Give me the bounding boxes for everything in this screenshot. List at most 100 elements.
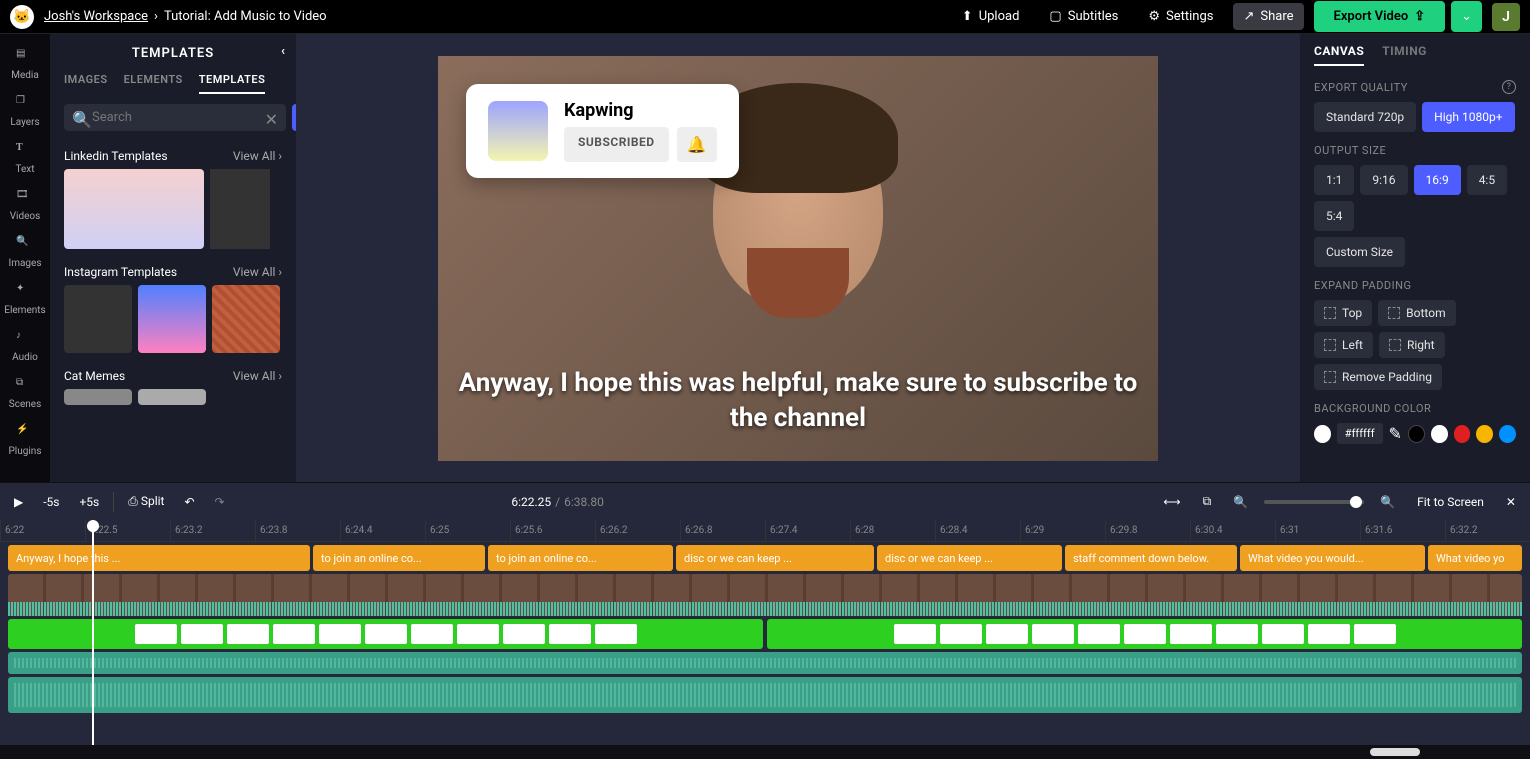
snap-button[interactable]: ⟷ [1157, 491, 1186, 513]
search-input[interactable] [64, 104, 286, 131]
eyedropper-icon[interactable]: ✎ [1389, 424, 1402, 443]
subtitle-clip[interactable]: What video yo [1428, 545, 1522, 571]
swatch-yellow[interactable] [1476, 425, 1493, 443]
timeline-scrollbar[interactable] [0, 745, 1530, 759]
tab-templates[interactable]: TEMPLATES [199, 73, 266, 94]
iconbar-videos[interactable]: 🎞Videos [0, 183, 50, 228]
subtitle-clip[interactable]: to join an online co... [488, 545, 673, 571]
redo-button[interactable]: ↷ [209, 491, 231, 513]
zoom-in-button[interactable]: 🔍 [1374, 491, 1401, 513]
template-thumb[interactable] [212, 285, 280, 353]
settings-button[interactable]: ⚙ Settings [1138, 3, 1223, 30]
close-timeline-button[interactable]: ✕ [1500, 491, 1522, 513]
playhead[interactable] [92, 520, 94, 745]
template-thumb[interactable] [64, 169, 204, 249]
subtitle-clip[interactable]: Anyway, I hope this ... [8, 545, 310, 571]
audio-track-2[interactable] [8, 677, 1522, 713]
fwd-5s[interactable]: +5s [74, 491, 106, 513]
subtitle-clip[interactable]: to join an online co... [313, 545, 485, 571]
info-icon[interactable]: ? [1502, 80, 1516, 94]
remove-padding[interactable]: Remove Padding [1314, 364, 1442, 390]
iconbar-label: Layers [10, 117, 39, 128]
quality-1080p[interactable]: High 1080p+ [1422, 102, 1514, 132]
clear-icon[interactable]: ✕ [265, 110, 278, 129]
play-button[interactable]: ▶ [8, 491, 29, 513]
fit-button[interactable]: Fit to Screen [1411, 491, 1490, 513]
viewall-link[interactable]: View All › [233, 369, 282, 383]
tab-canvas[interactable]: CANVAS [1314, 44, 1364, 66]
padding-bottom[interactable]: Bottom [1378, 300, 1455, 326]
tab-elements[interactable]: ELEMENTS [124, 73, 183, 94]
timeline[interactable]: 6:22 6:22.5 6:23.2 6:23.8 6:24.4 6:25 6:… [0, 520, 1530, 745]
iconbar-plugins[interactable]: ⚡Plugins [0, 418, 50, 463]
settings-label: Settings [1166, 9, 1213, 24]
overlay-track[interactable] [8, 619, 1522, 649]
viewall-link[interactable]: View All › [233, 265, 282, 279]
video-track[interactable] [8, 574, 1522, 616]
zoom-slider[interactable] [1264, 500, 1364, 504]
template-thumb[interactable] [138, 389, 206, 405]
workspace-avatar[interactable]: 🐱 [10, 5, 34, 29]
subtitles-button[interactable]: ▢ Subtitles [1039, 3, 1128, 30]
iconbar-elements[interactable]: ✦Elements [0, 277, 50, 322]
template-thumb[interactable] [210, 169, 270, 249]
swatch-red[interactable] [1454, 425, 1471, 443]
subtitle-track[interactable]: Anyway, I hope this ... to join an onlin… [8, 545, 1522, 571]
workspace-link[interactable]: Josh's Workspace [44, 9, 148, 24]
swatch-white[interactable] [1431, 425, 1448, 443]
viewall-link[interactable]: View All › [233, 149, 282, 163]
template-thumb[interactable] [64, 285, 132, 353]
current-color-swatch[interactable] [1314, 425, 1331, 443]
export-button[interactable]: Export Video ⇪ [1314, 1, 1446, 32]
undo-button[interactable]: ↶ [178, 491, 200, 513]
magnet-button[interactable]: ⧉ [1197, 490, 1218, 513]
music-icon: ♪ [16, 330, 34, 348]
subtitle-clip[interactable]: staff comment down below. [1065, 545, 1237, 571]
export-dropdown[interactable]: ⌄ [1451, 1, 1482, 32]
plug-icon: ⚡ [16, 424, 34, 442]
template-thumb[interactable] [138, 285, 206, 353]
tab-images[interactable]: IMAGES [64, 73, 108, 94]
video-preview[interactable]: Kapwing SUBSCRIBED 🔔 Anyway, I hope this… [438, 56, 1158, 461]
color-hex-value[interactable]: #ffffff [1337, 423, 1383, 444]
collapse-icon[interactable]: ‹ [281, 44, 286, 59]
iconbar-images[interactable]: 🔍Images [0, 230, 50, 275]
profile-avatar[interactable]: J [1492, 3, 1520, 31]
audio-track-1[interactable] [8, 652, 1522, 674]
iconbar-scenes[interactable]: ⧉Scenes [0, 371, 50, 416]
overlay-clip[interactable] [8, 619, 763, 649]
zoom-out-button[interactable]: 🔍 [1227, 491, 1254, 513]
upload-button[interactable]: ⬆ Upload [952, 3, 1030, 30]
split-button[interactable]: ⎙ Split [122, 490, 170, 513]
swatch-black[interactable] [1408, 425, 1425, 443]
size-4-5[interactable]: 4:5 [1467, 165, 1507, 195]
subtitle-clip[interactable]: disc or we can keep ... [676, 545, 874, 571]
back-5s[interactable]: -5s [37, 491, 65, 513]
subtitle-clip[interactable]: disc or we can keep ... [877, 545, 1062, 571]
overlay-clip[interactable] [767, 619, 1522, 649]
iconbar-audio[interactable]: ♪Audio [0, 324, 50, 369]
quality-720p[interactable]: Standard 720p [1314, 102, 1416, 132]
tab-timing[interactable]: TIMING [1382, 44, 1427, 66]
padding-left[interactable]: Left [1314, 332, 1373, 358]
size-1-1[interactable]: 1:1 [1314, 165, 1354, 195]
swatch-blue[interactable] [1499, 425, 1516, 443]
size-16-9[interactable]: 16:9 [1414, 165, 1461, 195]
iconbar-text[interactable]: TText [0, 136, 50, 181]
share-button[interactable]: ↗ Share [1233, 3, 1303, 30]
ruler-tick: 6:22 [0, 520, 85, 541]
subtitle-clip[interactable]: What video you would... [1240, 545, 1425, 571]
canvas-area[interactable]: Kapwing SUBSCRIBED 🔔 Anyway, I hope this… [296, 34, 1300, 482]
size-5-4[interactable]: 5:4 [1314, 201, 1354, 231]
export-quality-label: EXPORT QUALITY [1314, 81, 1408, 94]
padding-label: EXPAND PADDING [1314, 279, 1516, 292]
scrollbar-thumb[interactable] [1370, 748, 1420, 756]
custom-size-button[interactable]: Custom Size [1314, 237, 1405, 267]
iconbar-media[interactable]: ▤Media [0, 42, 50, 87]
padding-right[interactable]: Right [1379, 332, 1445, 358]
size-9-16[interactable]: 9:16 [1360, 165, 1407, 195]
template-thumb[interactable] [64, 389, 132, 405]
iconbar-layers[interactable]: ❐Layers [0, 89, 50, 134]
padding-top[interactable]: Top [1314, 300, 1372, 326]
text-icon: T [16, 142, 34, 160]
